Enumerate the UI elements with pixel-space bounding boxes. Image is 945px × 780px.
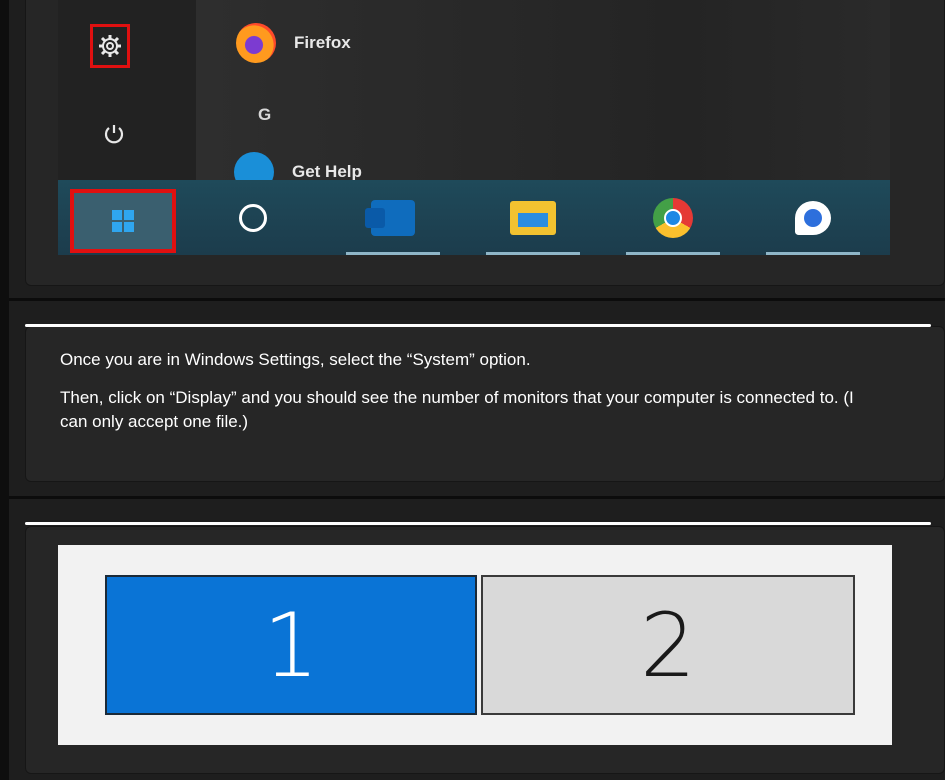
display-arrangement-panel: 1 2 — [58, 545, 892, 745]
card-top-line — [25, 522, 931, 525]
running-indicator — [626, 252, 720, 255]
start-button[interactable] — [70, 189, 176, 253]
taskbar-outlook[interactable] — [338, 180, 448, 255]
section-letter: G — [258, 105, 272, 124]
power-button[interactable] — [101, 121, 127, 147]
running-indicator — [346, 252, 440, 255]
taskbar-chat-app[interactable] — [758, 180, 868, 255]
firefox-icon — [236, 23, 276, 63]
card-top-line — [25, 324, 931, 327]
chat-app-icon — [795, 200, 831, 235]
app-label-get-help: Get Help — [292, 162, 362, 181]
running-indicator — [486, 252, 580, 255]
chrome-icon — [653, 197, 693, 238]
monitor-2[interactable]: 2 — [481, 575, 855, 715]
left-border — [0, 0, 9, 780]
app-item-firefox[interactable]: Firefox — [236, 23, 351, 63]
gear-icon — [99, 35, 121, 57]
taskbar-chrome[interactable] — [618, 180, 728, 255]
power-icon — [104, 125, 124, 144]
file-explorer-icon — [510, 200, 556, 235]
running-indicator — [766, 252, 860, 255]
start-menu-screenshot: Firefox G Get Help — [58, 0, 890, 255]
taskbar-cortana[interactable] — [198, 180, 308, 255]
app-label-firefox: Firefox — [294, 33, 351, 52]
instruction-line-1: Once you are in Windows Settings, select… — [60, 350, 531, 369]
instruction-line-2: Then, click on “Display” and you should … — [60, 388, 854, 431]
section-divider — [9, 298, 945, 301]
section-divider — [9, 496, 945, 499]
outlook-icon — [365, 199, 415, 236]
windows-logo-icon — [112, 210, 134, 232]
settings-gear-button[interactable] — [90, 24, 130, 68]
monitor-1[interactable]: 1 — [105, 575, 477, 715]
taskbar-file-explorer[interactable] — [478, 180, 588, 255]
cortana-circle-icon — [239, 203, 267, 232]
taskbar — [58, 180, 890, 255]
